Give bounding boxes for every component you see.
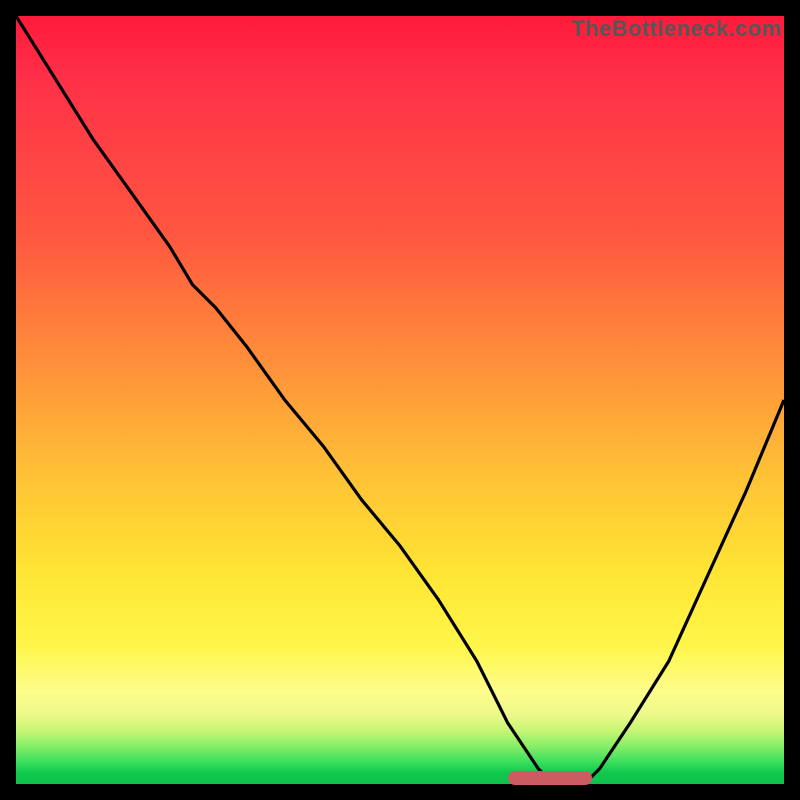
chart-plot-area: TheBottleneck.com xyxy=(16,16,784,784)
curve-path xyxy=(16,16,784,784)
bottleneck-curve xyxy=(16,16,784,784)
sweet-spot-marker xyxy=(508,771,592,785)
chart-frame: TheBottleneck.com xyxy=(0,0,800,800)
